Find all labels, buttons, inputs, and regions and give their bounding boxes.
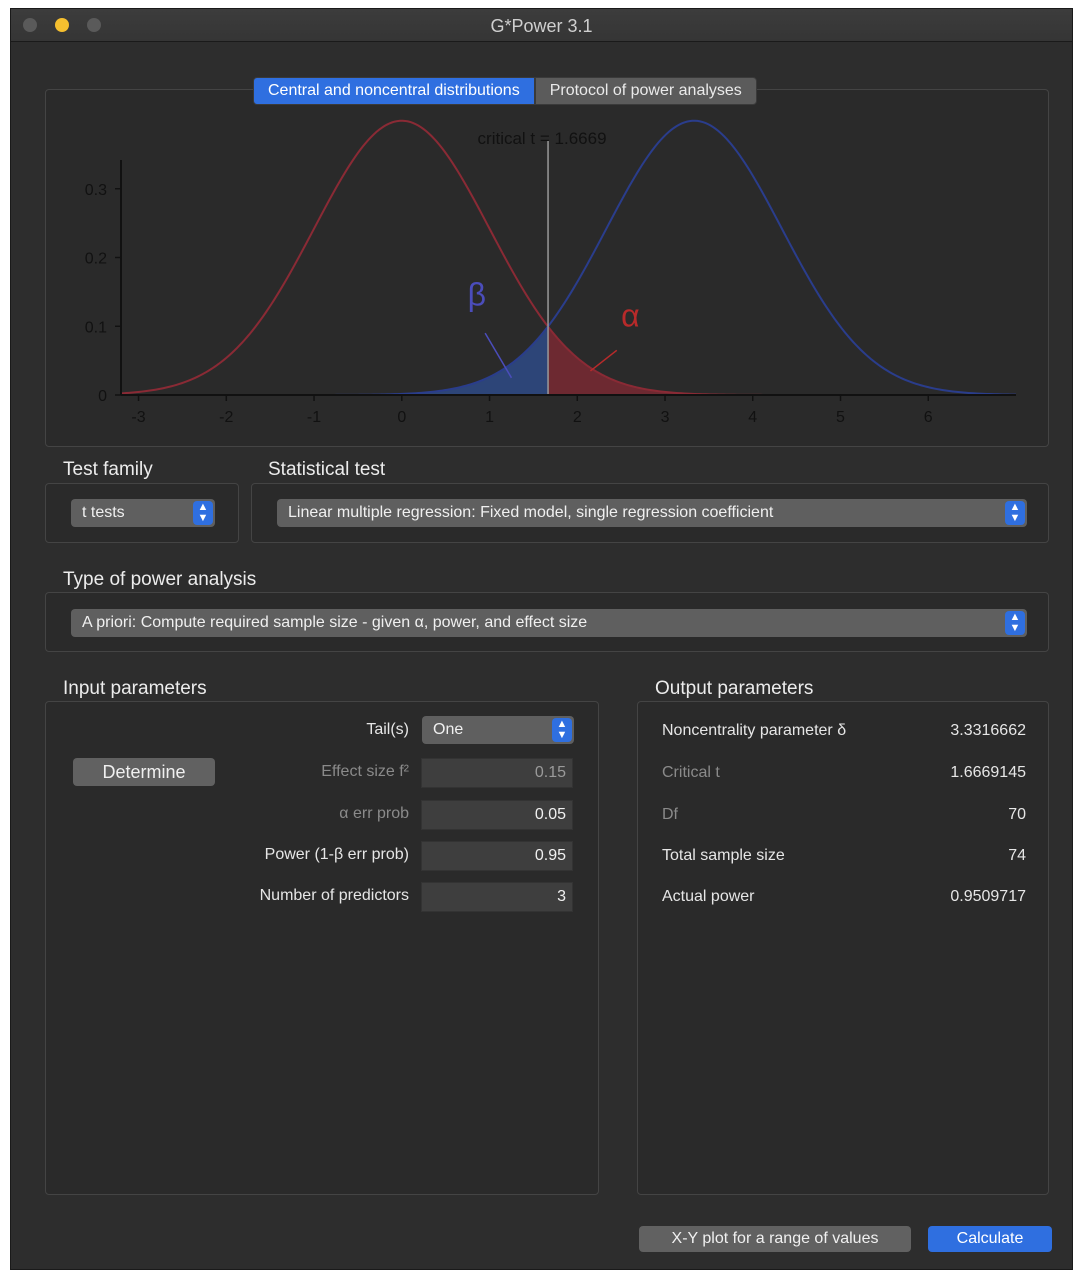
x-tick-label: 5 — [836, 409, 845, 426]
x-tick-label: -3 — [131, 409, 145, 426]
tails-label: Tail(s) — [366, 721, 409, 738]
effect-size-label: Effect size f² — [321, 763, 409, 780]
statistical-test-label: Statistical test — [268, 459, 386, 480]
statistical-test-value: Linear multiple regression: Fixed model,… — [288, 504, 774, 521]
x-tick-label: 6 — [924, 409, 933, 426]
noncentrality-value: 3.3316662 — [950, 722, 1026, 739]
actual-power-label: Actual power — [662, 888, 755, 905]
x-tick-label: 4 — [748, 409, 757, 426]
tab-distributions[interactable]: Central and noncentral distributions — [253, 77, 535, 105]
tails-select[interactable]: One ▲ ▼ — [422, 716, 574, 744]
app-window: G*Power 3.1 -3 -2 -1 0 1 2 3 4 5 6 0 0.1 0.2 0.3 criti… — [10, 8, 1073, 1270]
output-parameters-label: Output parameters — [655, 678, 814, 699]
alpha-err-field[interactable]: 0.05 — [421, 800, 573, 830]
x-tick-label: 1 — [485, 409, 494, 426]
df-label: Df — [662, 806, 678, 823]
chevron-updown-icon: ▲ ▼ — [552, 718, 572, 742]
x-tick-label: -1 — [307, 409, 321, 426]
power-label: Power (1-β err prob) — [264, 846, 409, 863]
predictors-field[interactable]: 3 — [421, 882, 573, 912]
y-tick-label: 0.1 — [85, 319, 107, 336]
tails-value: One — [433, 721, 464, 738]
chevron-updown-icon: ▲ ▼ — [1005, 501, 1025, 525]
predictors-label: Number of predictors — [259, 887, 409, 904]
noncentrality-label: Noncentrality parameter δ — [662, 722, 847, 739]
calculate-button[interactable]: Calculate — [928, 1226, 1052, 1252]
beta-annotation: β — [468, 277, 486, 313]
total-sample-size-value: 74 — [1008, 847, 1026, 864]
beta-region — [121, 326, 549, 395]
power-analysis-label: Type of power analysis — [63, 569, 257, 590]
window-title: G*Power 3.1 — [490, 16, 593, 36]
distribution-panel: -3 -2 -1 0 1 2 3 4 5 6 0 0.1 0.2 0.3 critical t = 1.66… — [45, 89, 1049, 447]
power-analysis-value: A priori: Compute required sample size -… — [82, 614, 588, 631]
tab-protocol[interactable]: Protocol of power analyses — [534, 77, 757, 105]
chevron-updown-icon: ▲ ▼ — [1005, 611, 1025, 635]
title-bar: G*Power 3.1 — [11, 9, 1072, 42]
y-tick-label: 0 — [98, 388, 107, 405]
test-family-value: t tests — [82, 504, 125, 521]
x-tick-label: 2 — [573, 409, 582, 426]
chart-title: critical t = 1.6669 — [478, 129, 607, 148]
actual-power-value: 0.9509717 — [950, 888, 1026, 905]
statistical-test-select[interactable]: Linear multiple regression: Fixed model,… — [277, 499, 1027, 527]
chevron-updown-icon: ▲ ▼ — [193, 501, 213, 525]
alpha-pointer — [589, 349, 618, 372]
x-tick-label: 3 — [661, 409, 670, 426]
power-analysis-select[interactable]: A priori: Compute required sample size -… — [71, 609, 1027, 637]
df-value: 70 — [1008, 806, 1026, 823]
xy-plot-button[interactable]: X-Y plot for a range of values — [639, 1226, 911, 1252]
x-tick-label: -2 — [219, 409, 233, 426]
y-tick-label: 0.3 — [85, 182, 107, 199]
alpha-err-label: α err prob — [339, 805, 409, 822]
output-parameters-panel: Noncentrality parameter δ 3.3316662 Crit… — [637, 701, 1049, 1195]
critical-t-label: Critical t — [662, 764, 720, 781]
critical-t-value: 1.6669145 — [950, 764, 1026, 781]
power-field[interactable]: 0.95 — [421, 841, 573, 871]
distribution-chart: -3 -2 -1 0 1 2 3 4 5 6 0 0.1 0.2 0.3 critical t = 1.66… — [85, 119, 1017, 426]
effect-size-field[interactable]: 0.15 — [421, 758, 573, 788]
input-parameters-label: Input parameters — [63, 678, 207, 699]
test-family-label: Test family — [63, 459, 153, 480]
x-tick-label: 0 — [397, 409, 406, 426]
test-family-select[interactable]: t tests ▲ ▼ — [71, 499, 215, 527]
tab-bar: Central and noncentral distributions Pro… — [253, 77, 757, 105]
total-sample-size-label: Total sample size — [662, 847, 785, 864]
alpha-annotation: α — [621, 297, 640, 333]
alpha-region — [548, 326, 1016, 395]
y-tick-label: 0.2 — [85, 251, 107, 268]
